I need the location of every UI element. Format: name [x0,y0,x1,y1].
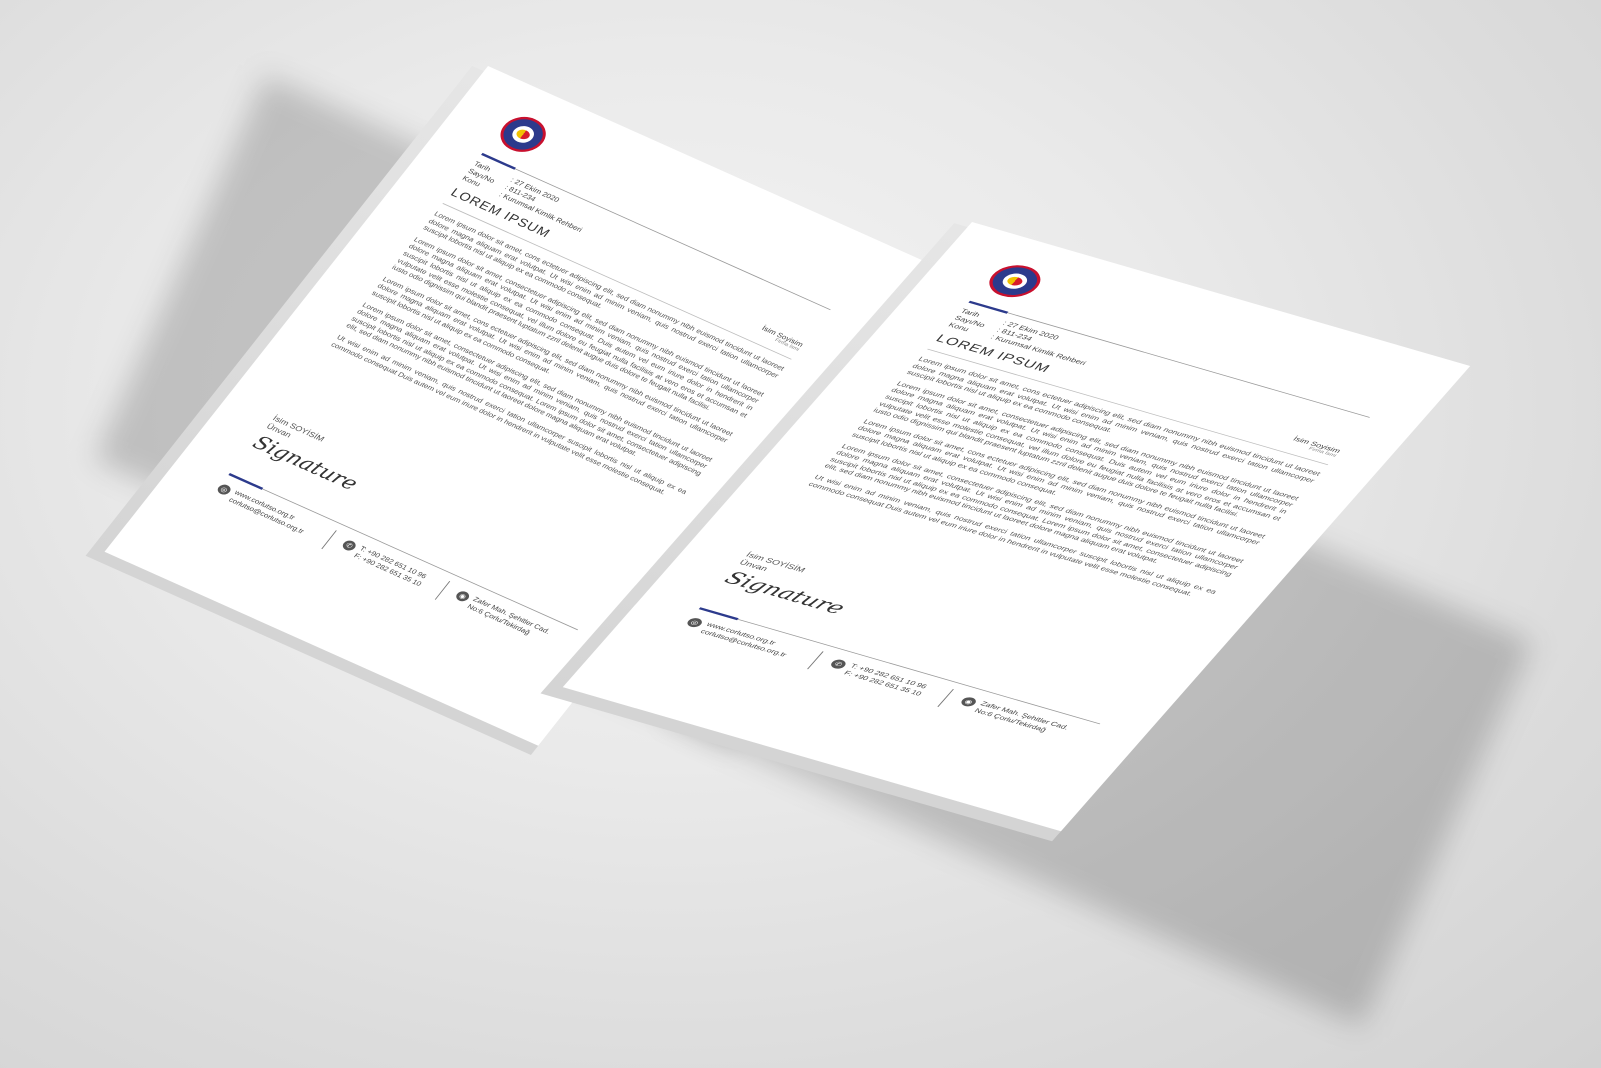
footer-rule [262,488,579,631]
location-pin-icon: ◉ [958,695,979,708]
footer-divider [321,530,337,550]
phone-icon: ✆ [340,538,359,553]
phone-icon: ✆ [828,658,849,671]
footer-accent-rule [698,607,739,621]
footer-rule [737,618,1101,725]
location-pin-icon: ◉ [453,589,472,603]
footer-divider [937,688,954,707]
recipient: İsim Soyisim Firma İsmi [757,324,805,352]
logo [980,260,1050,303]
letter-body: Lorem ipsum dolor sit amet, cons ectetue… [803,355,1323,607]
globe-icon: ◎ [684,616,705,629]
footer-accent-rule [228,472,264,490]
logo [491,110,555,159]
footer-divider [807,651,824,670]
globe-icon: ◎ [215,482,233,497]
mockup-scene: Tarih: 27 Ekim 2020 Sayı/No: 811-234 Kon… [0,0,1601,1068]
footer-divider [434,580,451,600]
